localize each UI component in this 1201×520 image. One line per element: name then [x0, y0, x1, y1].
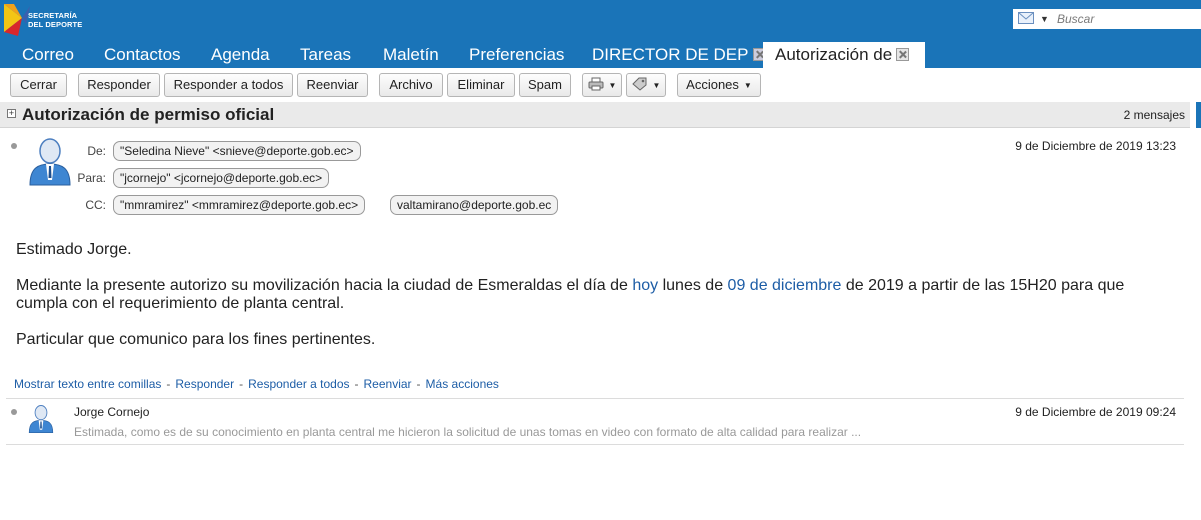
top-bar: SECRETARÍA DEL DEPORTE ▼ Correo Contacto… — [0, 0, 1201, 68]
tab-label: Preferencias — [469, 45, 565, 64]
message-snippet[interactable]: Estimada, como es de su conocimiento en … — [74, 425, 861, 439]
tab-autorizacion[interactable]: Autorización de — [763, 42, 925, 68]
forward-link[interactable]: Reenviar — [364, 377, 412, 391]
search-input[interactable] — [1057, 11, 1197, 27]
mail-icon[interactable] — [1018, 12, 1034, 24]
tab-label: Autorización de — [775, 45, 893, 64]
tag-menu-button[interactable]: ▼ — [626, 73, 666, 97]
separator: - — [416, 377, 421, 391]
conversation-header: + Autorización de permiso oficial 2 mens… — [0, 102, 1190, 128]
more-actions-link[interactable]: Más acciones — [426, 377, 499, 391]
reply-link[interactable]: Responder — [175, 377, 234, 391]
avatar[interactable] — [28, 403, 54, 434]
cc-address[interactable]: valtamirano@deporte.gob.ec — [390, 195, 559, 215]
tab-correo[interactable]: Correo — [22, 42, 74, 68]
message-paragraph: Particular que comunico para los fines p… — [16, 331, 376, 348]
message-date: 9 de Diciembre de 2019 09:24 — [1015, 405, 1176, 419]
from-address[interactable]: "Seledina Nieve" <snieve@deporte.gob.ec> — [113, 141, 361, 161]
sender-name[interactable]: Jorge Cornejo — [74, 405, 149, 419]
delete-button[interactable]: Eliminar — [447, 73, 515, 97]
tab-agenda[interactable]: Agenda — [211, 42, 270, 68]
show-quoted-link[interactable]: Mostrar texto entre comillas — [14, 377, 161, 391]
separator: - — [239, 377, 244, 391]
tab-label: Maletín — [383, 45, 439, 64]
body-text: lunes de — [658, 277, 728, 294]
logo-text: SECRETARÍA DEL DEPORTE — [28, 11, 82, 29]
conversation-title: Autorización de permiso oficial — [22, 105, 275, 124]
cc-address[interactable]: "mmramirez" <mmramirez@deporte.gob.ec> — [113, 195, 366, 215]
reply-all-link[interactable]: Responder a todos — [248, 377, 349, 391]
date-link[interactable]: hoy — [632, 277, 658, 294]
separator: - — [166, 377, 171, 391]
tab-maletin[interactable]: Maletín — [383, 42, 439, 68]
tag-icon — [631, 77, 647, 91]
body-text: Mediante la presente autorizo su moviliz… — [16, 277, 633, 294]
tab-director-de-dep[interactable]: DIRECTOR DE DEP — [592, 42, 766, 68]
chevron-down-icon: ▼ — [652, 81, 661, 90]
tab-label: DIRECTOR DE DEP — [592, 45, 749, 64]
archive-button[interactable]: Archivo — [379, 73, 443, 97]
tab-preferencias[interactable]: Preferencias — [469, 42, 564, 68]
close-button[interactable]: Cerrar — [10, 73, 67, 97]
printer-icon — [588, 77, 604, 91]
cc-label: CC: — [85, 198, 106, 212]
body-text: de 2019 a partir de las 15H20 para que — [841, 277, 1125, 294]
read-status-dot[interactable] — [11, 409, 17, 415]
message-date: 9 de Diciembre de 2019 13:23 — [1015, 139, 1176, 153]
actions-menu-button[interactable]: Acciones ▼ — [677, 73, 761, 97]
close-tab-icon[interactable] — [896, 48, 910, 61]
tab-label: Correo — [22, 45, 74, 64]
print-menu-button[interactable]: ▼ — [582, 73, 622, 97]
actions-label: Acciones — [686, 77, 739, 92]
chevron-down-icon: ▼ — [608, 81, 617, 90]
expand-collapse-icon[interactable]: + — [7, 109, 16, 118]
message-greeting: Estimado Jorge. — [16, 241, 132, 258]
to-label: Para: — [77, 171, 106, 185]
spam-button[interactable]: Spam — [519, 73, 571, 97]
body-text: cumpla con el requerimiento de planta ce… — [16, 295, 345, 312]
tab-label: Tareas — [300, 45, 352, 64]
logo-text-line2: DEL DEPORTE — [28, 20, 83, 29]
chevron-down-icon: ▼ — [743, 81, 752, 90]
tab-contactos[interactable]: Contactos — [104, 42, 181, 68]
from-label: De: — [87, 144, 106, 158]
divider — [6, 444, 1184, 445]
scrollbar[interactable] — [1196, 102, 1201, 128]
date-link[interactable]: 09 de diciembre — [728, 277, 842, 294]
reply-button[interactable]: Responder — [78, 73, 160, 97]
logo: SECRETARÍA DEL DEPORTE — [0, 2, 96, 38]
message-count: 2 mensajes — [1123, 108, 1185, 122]
forward-button[interactable]: Reenviar — [297, 73, 368, 97]
tab-label: Contactos — [104, 45, 181, 64]
to-address[interactable]: "jcornejo" <jcornejo@deporte.gob.ec> — [113, 168, 330, 188]
message-paragraph: Mediante la presente autorizo su moviliz… — [16, 277, 1124, 313]
tab-label: Agenda — [211, 45, 270, 64]
separator: - — [354, 377, 359, 391]
logo-text-line1: SECRETARÍA — [28, 11, 78, 20]
tab-tareas[interactable]: Tareas — [300, 42, 351, 68]
read-status-dot[interactable] — [11, 143, 17, 149]
toolbar: Cerrar Responder Responder a todos Reenv… — [0, 68, 1201, 102]
reply-all-button[interactable]: Responder a todos — [164, 73, 293, 97]
search-box[interactable]: ▼ — [1013, 9, 1201, 29]
message-actions: Mostrar texto entre comillas - Responder - R… — [14, 377, 499, 391]
divider — [6, 398, 1184, 399]
search-type-dropdown-icon[interactable]: ▼ — [1040, 14, 1049, 24]
